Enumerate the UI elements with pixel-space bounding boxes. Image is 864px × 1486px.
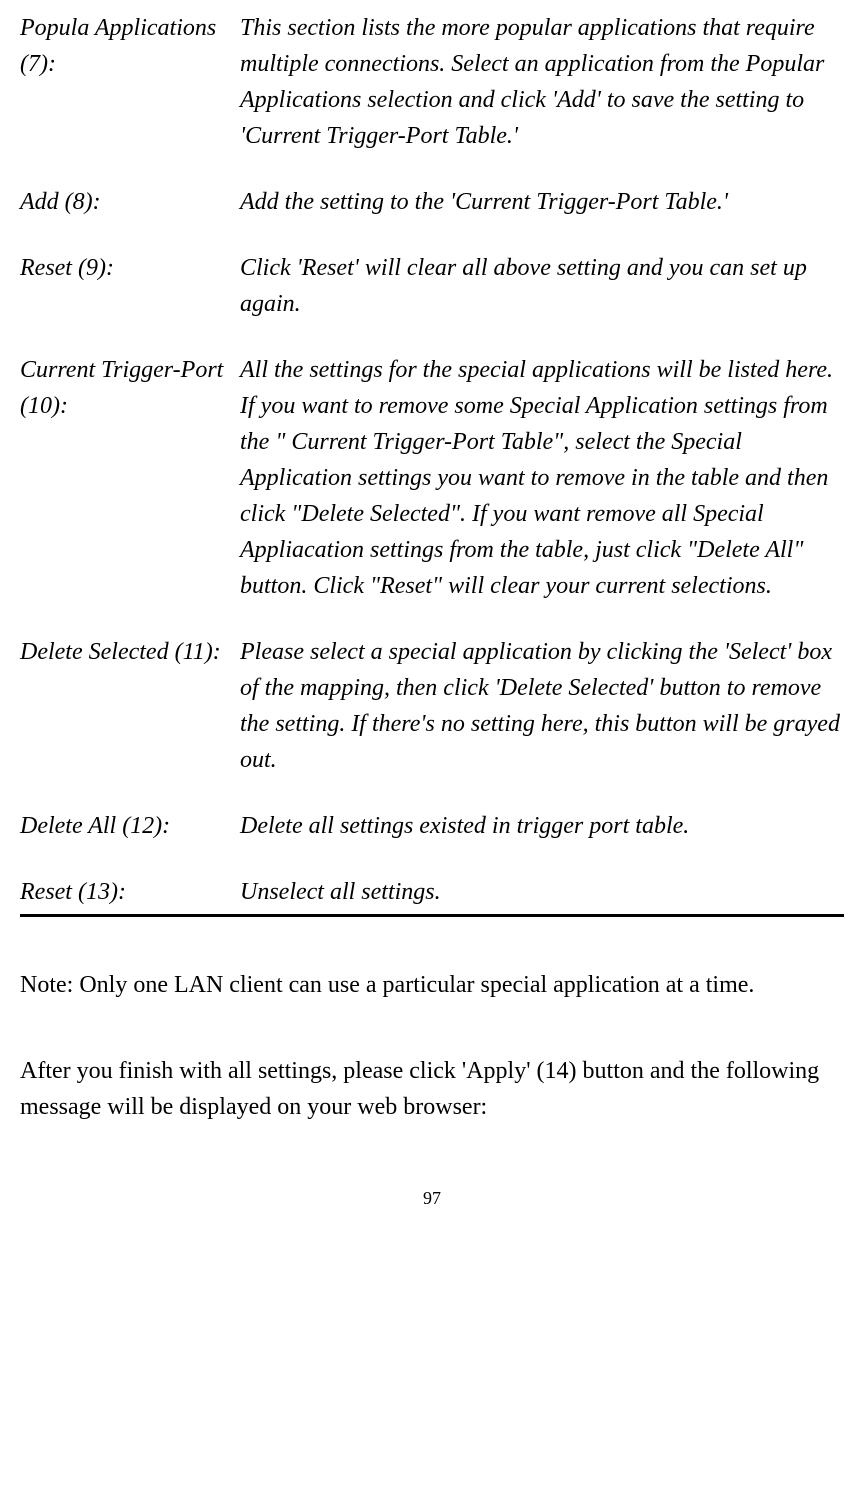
term-description: Unselect all settings. xyxy=(240,874,844,910)
definition-row: Add (8): Add the setting to the 'Current… xyxy=(20,184,844,220)
definition-row: Delete All (12): Delete all settings exi… xyxy=(20,808,844,844)
term-label: Popula Applications (7): xyxy=(20,10,240,154)
term-description: Click 'Reset' will clear all above setti… xyxy=(240,250,844,322)
definition-row: Popula Applications (7): This section li… xyxy=(20,10,844,154)
note-text: Note: Only one LAN client can use a part… xyxy=(20,967,844,1003)
definition-row: Reset (9): Click 'Reset' will clear all … xyxy=(20,250,844,322)
after-text: After you finish with all settings, plea… xyxy=(20,1053,844,1125)
term-label: Add (8): xyxy=(20,184,240,220)
page-number: 97 xyxy=(20,1185,844,1212)
term-label: Delete All (12): xyxy=(20,808,240,844)
term-description: Please select a special application by c… xyxy=(240,634,844,778)
definition-row: Delete Selected (11): Please select a sp… xyxy=(20,634,844,778)
term-label: Reset (9): xyxy=(20,250,240,322)
term-label: Delete Selected (11): xyxy=(20,634,240,778)
term-description: Add the setting to the 'Current Trigger-… xyxy=(240,184,844,220)
term-label: Current Trigger-Port (10): xyxy=(20,352,240,604)
term-description: All the settings for the special applica… xyxy=(240,352,844,604)
definition-row: Reset (13): Unselect all settings. xyxy=(20,874,844,910)
term-description: This section lists the more popular appl… xyxy=(240,10,844,154)
term-description: Delete all settings existed in trigger p… xyxy=(240,808,844,844)
definitions-section: Popula Applications (7): This section li… xyxy=(20,10,844,917)
definition-row: Current Trigger-Port (10): All the setti… xyxy=(20,352,844,604)
term-label: Reset (13): xyxy=(20,874,240,910)
